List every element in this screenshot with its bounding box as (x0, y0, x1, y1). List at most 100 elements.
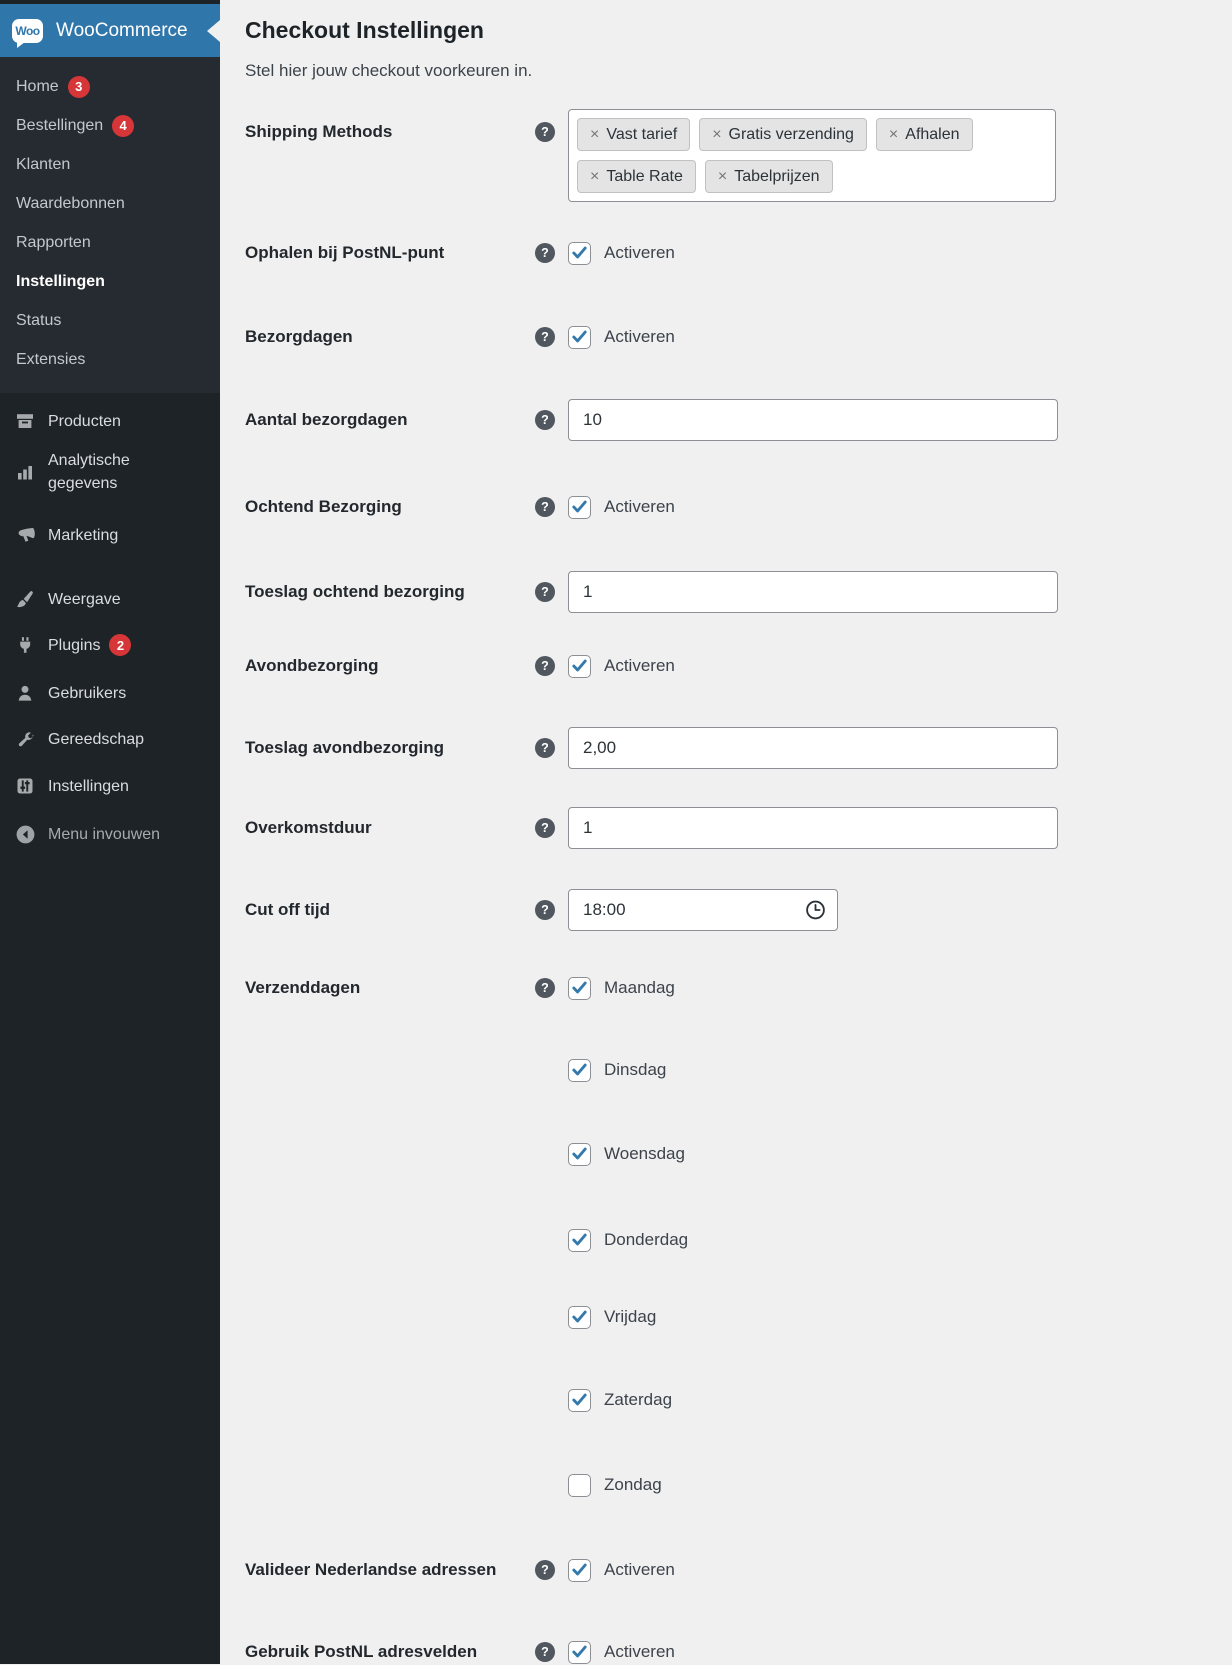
tag-table-rate[interactable]: × Table Rate (577, 160, 696, 193)
row-cutoff-tijd: Cut off tijd ? (245, 889, 1232, 931)
help-icon[interactable]: ? (535, 582, 555, 602)
bezorgdagen-checkbox[interactable] (568, 325, 591, 349)
avondbezorging-checkbox[interactable] (568, 654, 591, 678)
app-window: Woo WooCommerce Home 3 Bestellingen 4 Kl… (0, 0, 1232, 1664)
row-ophalen-postnl: Ophalen bij PostNL-punt ? Activeren (245, 240, 1232, 266)
field-label: Toeslag ochtend bezorging (245, 582, 465, 601)
sidebar-item-klanten[interactable]: Klanten (0, 145, 220, 184)
day-row-zondag: Zondag (568, 1472, 1232, 1498)
sidebar-item-waardebonnen[interactable]: Waardebonnen (0, 184, 220, 223)
help-icon[interactable]: ? (535, 243, 555, 263)
overkomstduur-input[interactable] (568, 807, 1058, 849)
sidebar-item-marketing[interactable]: Marketing (0, 513, 220, 557)
day-label: Woensdag (604, 1144, 685, 1163)
help-icon[interactable]: ? (535, 122, 555, 142)
woensdag-checkbox[interactable] (568, 1142, 591, 1166)
dinsdag-checkbox[interactable] (568, 1058, 591, 1082)
sidebar-item-home[interactable]: Home 3 (0, 67, 220, 106)
pickup-postnl-checkbox[interactable] (568, 241, 591, 265)
tag-afhalen[interactable]: × Afhalen (875, 118, 973, 151)
postnl-adresvelden-checkbox[interactable] (568, 1640, 591, 1664)
help-icon[interactable]: ? (535, 738, 555, 758)
sidebar-item-gebruikers[interactable]: Gebruikers (0, 671, 220, 715)
day-label: Dinsdag (604, 1060, 667, 1079)
active-section-arrow (207, 19, 220, 42)
field-label: Bezorgdagen (245, 327, 353, 346)
field-label: Aantal bezorgdagen (245, 410, 408, 429)
sidebar-item-rapporten[interactable]: Rapporten (0, 223, 220, 262)
field-label: Shipping Methods (245, 122, 393, 141)
sidebar-item-gereedschap[interactable]: Gereedschap (0, 717, 220, 761)
clock-icon[interactable] (804, 899, 827, 922)
woocommerce-header-title: WooCommerce (56, 19, 188, 41)
plugins-count-badge: 2 (109, 634, 132, 656)
sidebar-item-weergave[interactable]: Weergave (0, 577, 220, 621)
remove-tag-icon[interactable]: × (590, 168, 599, 186)
sidebar-item-extensies[interactable]: Extensies (0, 340, 220, 379)
help-icon[interactable]: ? (535, 327, 555, 347)
valideer-adressen-checkbox[interactable] (568, 1558, 591, 1582)
remove-tag-icon[interactable]: × (889, 126, 898, 144)
row-ochtend-bezorging: Ochtend Bezorging ? Activeren (245, 494, 1232, 520)
field-label: Ophalen bij PostNL-punt (245, 243, 445, 262)
shipping-days-group: Maandag Dinsdag Woensdag Donderdag Vrijd… (568, 975, 1232, 1498)
toeslag-ochtend-input[interactable] (568, 571, 1058, 613)
settings-page: Checkout Instellingen Stel hier jouw che… (220, 0, 1232, 1664)
remove-tag-icon[interactable]: × (590, 126, 599, 144)
row-bezorgdagen: Bezorgdagen ? Activeren (245, 324, 1232, 350)
vrijdag-checkbox[interactable] (568, 1305, 591, 1329)
zondag-checkbox[interactable] (568, 1473, 591, 1497)
aantal-bezorgdagen-input[interactable] (568, 399, 1058, 441)
field-label: Gebruik PostNL adresvelden (245, 1642, 478, 1661)
help-icon[interactable]: ? (535, 656, 555, 676)
toeslag-avond-input[interactable] (568, 727, 1058, 769)
megaphone-icon (14, 524, 36, 546)
day-label: Maandag (604, 978, 675, 997)
wrench-icon (14, 728, 36, 750)
row-shipping-methods: Shipping Methods ? × Vast tarief × Gratis … (245, 109, 1232, 202)
tag-gratis-verzending[interactable]: × Gratis verzending (699, 118, 867, 151)
sidebar-item-plugins[interactable]: Plugins 2 (0, 623, 220, 667)
day-row-donderdag: Donderdag (568, 1227, 1232, 1253)
sliders-icon (14, 775, 36, 797)
cutoff-time-input[interactable] (568, 889, 838, 931)
woocommerce-header[interactable]: Woo WooCommerce (0, 4, 220, 57)
page-title: Checkout Instellingen (245, 17, 484, 43)
remove-tag-icon[interactable]: × (712, 126, 721, 144)
sidebar-item-producten[interactable]: Producten (0, 399, 220, 443)
remove-tag-icon[interactable]: × (718, 168, 727, 186)
products-box-icon (14, 410, 36, 432)
sidebar-item-instellingen[interactable]: Instellingen (0, 764, 220, 808)
zaterdag-checkbox[interactable] (568, 1388, 591, 1412)
field-label: Verzenddagen (245, 978, 361, 997)
shipping-methods-multiselect[interactable]: × Vast tarief × Gratis verzending × Afhalen… (568, 109, 1056, 202)
collapse-menu-button[interactable]: Menu invouwen (0, 812, 220, 856)
help-icon[interactable]: ? (535, 1560, 555, 1580)
help-icon[interactable]: ? (535, 900, 555, 920)
tag-vast-tarief[interactable]: × Vast tarief (577, 118, 691, 151)
sidebar-item-status[interactable]: Status (0, 301, 220, 340)
sidebar-item-analytische-gegevens[interactable]: Analytische gegevens (0, 443, 220, 501)
orders-count-badge: 4 (112, 114, 135, 137)
help-icon[interactable]: ? (535, 410, 555, 430)
field-label: Toeslag avondbezorging (245, 738, 444, 757)
maandag-checkbox[interactable] (568, 976, 591, 1000)
ochtend-bezorging-checkbox[interactable] (568, 495, 591, 519)
day-row-dinsdag: Dinsdag (568, 1057, 1232, 1083)
plug-icon (14, 634, 36, 656)
help-icon[interactable]: ? (535, 497, 555, 517)
row-overkomstduur: Overkomstduur ? (245, 807, 1232, 849)
tag-tabelprijzen[interactable]: × Tabelprijzen (704, 160, 833, 193)
admin-sidebar: Woo WooCommerce Home 3 Bestellingen 4 Kl… (0, 0, 220, 1664)
day-label: Zondag (604, 1475, 662, 1494)
help-icon[interactable]: ? (535, 1642, 555, 1662)
sidebar-item-bestellingen[interactable]: Bestellingen 4 (0, 106, 220, 145)
row-toeslag-ochtend: Toeslag ochtend bezorging ? (245, 571, 1232, 613)
sidebar-item-instellingen-active[interactable]: Instellingen (0, 262, 220, 301)
help-icon[interactable]: ? (535, 978, 555, 998)
donderdag-checkbox[interactable] (568, 1228, 591, 1252)
help-icon[interactable]: ? (535, 818, 555, 838)
row-toeslag-avond: Toeslag avondbezorging ? (245, 727, 1232, 769)
row-verzenddagen: Verzenddagen ? Maandag Dinsdag Woensdag (245, 975, 1232, 1498)
checkbox-label: Activeren (604, 497, 675, 516)
